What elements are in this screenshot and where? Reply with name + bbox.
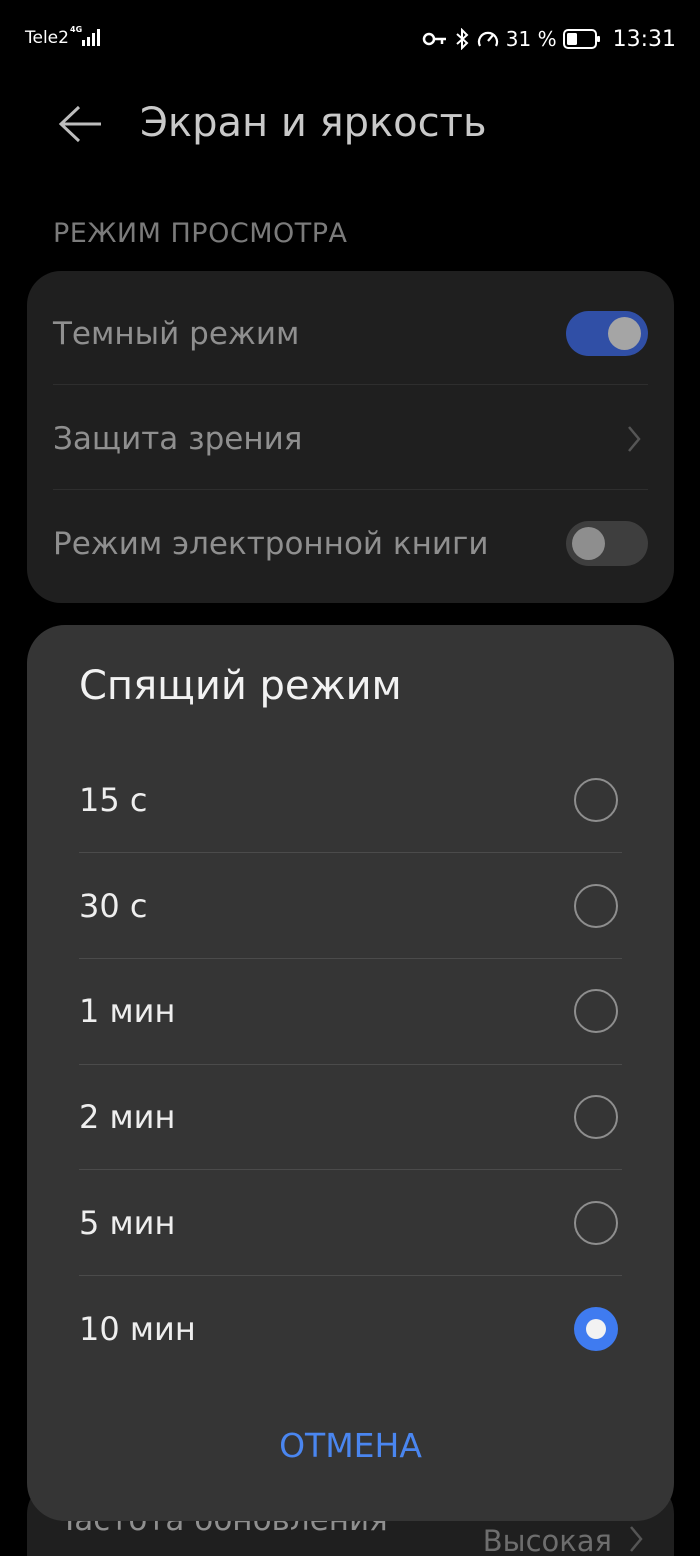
option-30s[interactable]: 30 с [79, 853, 622, 959]
status-bar: Tele2 4G 31 % 13:31 [0, 0, 700, 78]
sleep-mode-dialog: Спящий режим 15 с 30 с 1 мин 2 мин 5 мин… [27, 625, 674, 1521]
divider [53, 489, 648, 490]
back-button[interactable] [52, 96, 108, 152]
ebook-mode-label: Режим электронной книги [53, 525, 489, 562]
clock: 13:31 [612, 26, 676, 52]
page-title: Экран и яркость [140, 100, 487, 146]
option-10min[interactable]: 10 мин [79, 1276, 622, 1382]
option-1min[interactable]: 1 мин [79, 958, 622, 1064]
speedometer-icon [477, 31, 498, 47]
eye-comfort-label: Защита зрения [53, 420, 303, 457]
cancel-label: ОТМЕНА [279, 1425, 422, 1465]
chevron-right-icon [630, 1526, 643, 1552]
dark-mode-row[interactable]: Темный режим [53, 281, 648, 386]
radio-button[interactable] [574, 989, 618, 1033]
option-label: 1 мин [79, 992, 176, 1030]
ebook-mode-row[interactable]: Режим электронной книги [53, 491, 648, 596]
radio-button[interactable] [574, 1201, 618, 1245]
option-label: 30 с [79, 887, 148, 925]
screen: Tele2 4G 31 % 13:31 Экран и яркость РЕЖИ… [0, 0, 700, 1556]
dialog-title: Спящий режим [79, 663, 402, 709]
section-header-view-mode: РЕЖИМ ПРОСМОТРА [53, 218, 348, 249]
option-15s[interactable]: 15 с [79, 747, 622, 853]
radio-button[interactable] [574, 884, 618, 928]
battery-percent: 31 % [505, 27, 557, 51]
option-label: 15 с [79, 781, 148, 819]
battery-icon [562, 29, 600, 49]
option-2min[interactable]: 2 мин [79, 1064, 622, 1170]
dark-mode-toggle[interactable] [566, 311, 648, 356]
radio-button[interactable] [574, 778, 618, 822]
option-label: 10 мин [79, 1310, 196, 1348]
carrier-name: Tele2 [25, 28, 69, 48]
cancel-button[interactable]: ОТМЕНА [27, 1415, 674, 1475]
chevron-right-icon [628, 425, 641, 452]
network-type: 4G [70, 25, 83, 34]
option-label: 5 мин [79, 1204, 176, 1242]
ebook-mode-toggle[interactable] [566, 521, 648, 566]
key-icon [422, 32, 446, 46]
signal-icon [82, 29, 100, 46]
divider [53, 384, 648, 385]
back-arrow-icon [58, 105, 101, 143]
dark-mode-label: Темный режим [53, 315, 300, 352]
option-5min[interactable]: 5 мин [79, 1170, 622, 1276]
eye-comfort-row[interactable]: Защита зрения [53, 386, 648, 491]
radio-button[interactable] [574, 1095, 618, 1139]
bluetooth-icon [456, 28, 469, 50]
option-label: 2 мин [79, 1098, 176, 1136]
view-mode-card: Темный режим Защита зрения Режим электро… [27, 271, 674, 603]
radio-button-selected[interactable] [574, 1307, 618, 1351]
status-icons: 31 % 13:31 [422, 24, 676, 54]
refresh-rate-value: Высокая [482, 1524, 612, 1556]
